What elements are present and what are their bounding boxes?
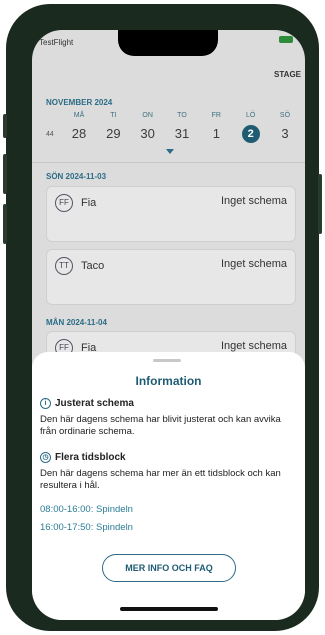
home-indicator bbox=[120, 607, 218, 611]
time-block: 08:00-16:00: Spindeln bbox=[40, 504, 133, 515]
battery-icon bbox=[279, 36, 293, 43]
back-to-app-label[interactable]: TestFlight bbox=[39, 38, 73, 47]
day-friday[interactable]: FR 1 bbox=[201, 112, 231, 143]
day-number: 29 bbox=[106, 126, 121, 141]
chevron-down-icon[interactable] bbox=[166, 149, 174, 154]
day-number: 3 bbox=[281, 126, 289, 141]
day-number: 30 bbox=[140, 126, 155, 141]
phone-frame: TestFlight STAGE NOVEMBER 2024 44 MÅ 28 … bbox=[3, 4, 322, 631]
multi-text: Den här dagens schema har mer än ett tid… bbox=[40, 468, 281, 491]
stage-label: STAGE bbox=[274, 70, 301, 79]
multi-heading-text: Flera tidsblock bbox=[55, 452, 126, 463]
schedule-card[interactable]: TT Taco Inget schema bbox=[46, 249, 296, 305]
mute-switch bbox=[3, 114, 7, 138]
day-name: MÅ bbox=[73, 112, 85, 119]
schedule-status: Inget schema bbox=[220, 258, 287, 270]
avatar: FF bbox=[55, 194, 73, 212]
day-tuesday[interactable]: TI 29 bbox=[98, 112, 128, 143]
schedule-status: Inget schema bbox=[220, 195, 287, 207]
volume-down-button bbox=[3, 204, 7, 244]
day-number: 31 bbox=[174, 126, 190, 141]
day-name: ON bbox=[142, 112, 153, 119]
day-monday[interactable]: MÅ 28 bbox=[64, 112, 94, 143]
day-wednesday[interactable]: ON 30 bbox=[133, 112, 163, 143]
day-sunday[interactable]: SÖ 3 bbox=[270, 112, 300, 143]
month-label: NOVEMBER 2024 bbox=[46, 98, 113, 107]
information-sheet: Information i Justerat schema Den här da… bbox=[32, 352, 305, 620]
screen: TestFlight STAGE NOVEMBER 2024 44 MÅ 28 … bbox=[32, 30, 305, 620]
day-name: LÖ bbox=[245, 112, 256, 119]
person-name: Fia bbox=[81, 197, 97, 209]
day-name: TI bbox=[110, 112, 117, 119]
day-name: TO bbox=[177, 112, 187, 119]
section-date: MÅN 2024-11-04 bbox=[46, 318, 107, 327]
day-number: 28 bbox=[71, 126, 87, 141]
power-button bbox=[318, 174, 322, 234]
day-name: FR bbox=[211, 112, 221, 119]
info-icon: i bbox=[40, 398, 51, 409]
day-number: 1 bbox=[212, 126, 220, 141]
day-number-selected: 2 bbox=[241, 125, 260, 143]
adjusted-heading-text: Justerat schema bbox=[55, 398, 134, 409]
avatar: TT bbox=[55, 257, 73, 275]
day-saturday[interactable]: LÖ 2 bbox=[236, 112, 266, 143]
time-block: 16:00-17:50: Spindeln bbox=[40, 522, 133, 533]
clock-icon: ◷ bbox=[40, 452, 51, 463]
multi-heading: ◷ Flera tidsblock bbox=[40, 452, 126, 463]
section-date: SÖN 2024-11-03 bbox=[46, 172, 107, 181]
adjusted-heading: i Justerat schema bbox=[40, 398, 134, 409]
dynamic-island bbox=[118, 30, 218, 56]
week-days: MÅ 28 TI 29 ON 30 TO 31 FR 1 LÖ 2 SÖ 3 bbox=[64, 112, 300, 143]
schedule-status: Inget schema bbox=[220, 340, 287, 352]
adjusted-text: Den här dagens schema har blivit justera… bbox=[40, 414, 281, 437]
divider bbox=[32, 162, 305, 163]
schedule-card[interactable]: FF Fia Inget schema bbox=[46, 186, 296, 242]
day-name: SÖ bbox=[279, 112, 291, 119]
more-info-faq-button[interactable]: MER INFO OCH FAQ bbox=[102, 554, 236, 582]
person-name: Taco bbox=[81, 260, 105, 272]
week-number: 44 bbox=[46, 131, 54, 138]
volume-up-button bbox=[3, 154, 7, 194]
day-thursday[interactable]: TO 31 bbox=[167, 112, 197, 143]
sheet-title: Information bbox=[135, 374, 202, 388]
sheet-drag-handle[interactable] bbox=[153, 359, 181, 362]
